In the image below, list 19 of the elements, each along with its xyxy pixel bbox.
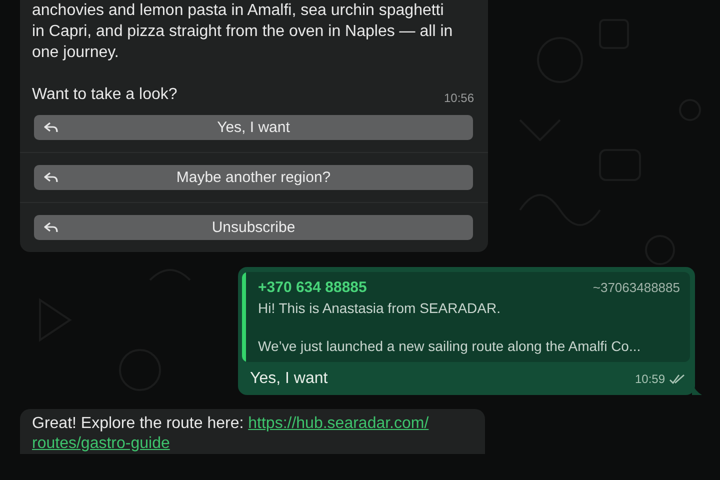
quote-handle: ~37063488885 [592, 279, 680, 297]
quote-author: +370 634 88885 [258, 278, 367, 298]
quick-reply-button[interactable]: Unsubscribe [34, 215, 473, 240]
message-text: Yes, I want [250, 369, 328, 389]
quote-text: Hi! This is Anastasia from SEARADAR. [258, 299, 502, 318]
reply-icon [44, 172, 58, 183]
message-time: 10:59 [634, 372, 665, 386]
message-text: anchovies and lemon pasta in Amalfi, sea urchin spaghetti in Capri, and pizza straight from the oven in Naples — all in one journey. [31, 1, 454, 63]
message-text: Great! Explore the route here: [32, 415, 244, 432]
reply-icon [44, 222, 58, 233]
quick-reply-button[interactable]: Yes, I want [34, 115, 473, 140]
quote-text: We’ve just launched a new sailing route along the Amalfi Co... [258, 337, 642, 356]
message-text: Want to take a look? [31, 85, 178, 105]
link[interactable]: routes/gastro-guide [32, 435, 170, 452]
message-time: 10:56 [444, 91, 474, 105]
quick-reply-button[interactable]: Maybe another region? [34, 165, 473, 190]
quoted-message[interactable]: +370 634 88885 ~37063488885 Hi! This is Anastasia from SEARADAR. We’ve just launched a new sailing route along the Amalfi Co... [242, 272, 690, 362]
reply-icon [44, 122, 58, 133]
link[interactable]: https://hub.searadar.com/ [248, 415, 429, 432]
